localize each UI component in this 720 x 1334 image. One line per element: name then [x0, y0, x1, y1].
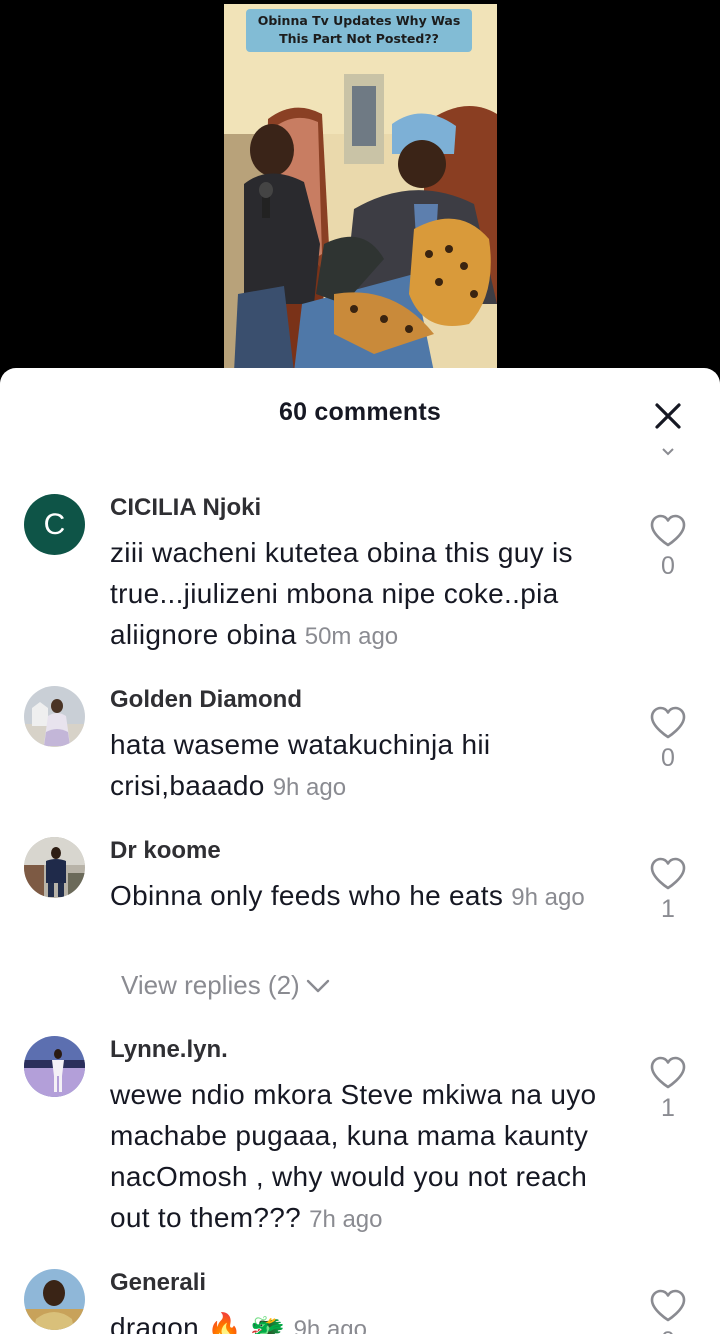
- avatar-photo: [24, 837, 85, 898]
- avatar-photo: [24, 686, 85, 747]
- heart-icon[interactable]: [649, 1289, 687, 1323]
- comment-username[interactable]: Lynne.lyn.: [110, 1036, 228, 1064]
- video-caption: Obinna Tv Updates Why Was This Part Not …: [246, 9, 472, 52]
- comment-time: 9h ago: [511, 884, 585, 911]
- like-group: 0: [648, 1289, 688, 1334]
- comment-text-content: dragon 🔥 🐲: [110, 1312, 286, 1334]
- comments-count-title: 60 comments: [279, 398, 441, 426]
- view-replies-label: View replies (2): [121, 970, 300, 1000]
- avatar[interactable]: [24, 1036, 85, 1097]
- like-count: 0: [648, 1327, 688, 1334]
- avatar-photo: [24, 1036, 85, 1097]
- comment-text: hata waseme watakuchinja hii crisi,baaad…: [110, 724, 610, 808]
- comment-username[interactable]: CICILIA Njoki: [110, 494, 261, 522]
- heart-icon[interactable]: [649, 1056, 687, 1090]
- close-button[interactable]: [648, 396, 688, 436]
- close-icon: [655, 403, 681, 429]
- heart-icon[interactable]: [649, 857, 687, 891]
- avatar[interactable]: [24, 1269, 85, 1330]
- collapse-chevron-icon: [662, 448, 674, 456]
- like-count: 0: [661, 744, 675, 772]
- like-count: 1: [661, 895, 675, 923]
- like-count: 0: [661, 552, 675, 580]
- like-group: 0: [648, 706, 688, 773]
- like-count: 1: [661, 1094, 675, 1122]
- like-group: 1: [648, 1056, 688, 1123]
- chevron-down-icon: [306, 979, 329, 992]
- video-caption-line-2: This Part Not Posted??: [279, 31, 439, 46]
- like-group: 0: [648, 514, 688, 581]
- view-replies-button[interactable]: View replies (2): [121, 970, 330, 1001]
- comment-text-content: Obinna only feeds who he eats: [110, 880, 504, 911]
- video-caption-line-1: Obinna Tv Updates Why Was: [257, 13, 461, 28]
- heart-icon[interactable]: [649, 706, 687, 740]
- avatar-photo: [24, 1269, 85, 1330]
- comment-username[interactable]: Dr koome: [110, 837, 221, 865]
- video-player[interactable]: Obinna Tv Updates Why Was This Part Not …: [224, 4, 497, 372]
- comment-text: ziii wacheni kutetea obina this guy is t…: [110, 532, 610, 657]
- avatar-initial: C: [43, 507, 66, 541]
- comment-text: Obinna only feeds who he eats 9h ago: [110, 875, 610, 918]
- comment-text: wewe ndio mkora Steve mkiwa na uyo macha…: [110, 1074, 610, 1240]
- comments-sheet: 60 comments C CICILIA Njoki ziii wacheni…: [0, 368, 720, 1334]
- screen: Obinna Tv Updates Why Was This Part Not …: [0, 0, 720, 1334]
- avatar[interactable]: C: [24, 494, 85, 555]
- avatar[interactable]: [24, 686, 85, 747]
- heart-icon[interactable]: [649, 514, 687, 548]
- comment-time: 9h ago: [272, 774, 347, 801]
- video-frame-image: [224, 4, 497, 372]
- comment-time: 7h ago: [309, 1206, 383, 1233]
- like-group: 1: [648, 857, 688, 924]
- avatar[interactable]: [24, 837, 85, 898]
- comment-time: 50m ago: [304, 623, 399, 650]
- comment-text: dragon 🔥 🐲 9h ago: [110, 1307, 610, 1334]
- comment-username[interactable]: Generali: [110, 1269, 206, 1297]
- comment-time: 9h ago: [293, 1316, 367, 1334]
- comment-username[interactable]: Golden Diamond: [110, 686, 302, 714]
